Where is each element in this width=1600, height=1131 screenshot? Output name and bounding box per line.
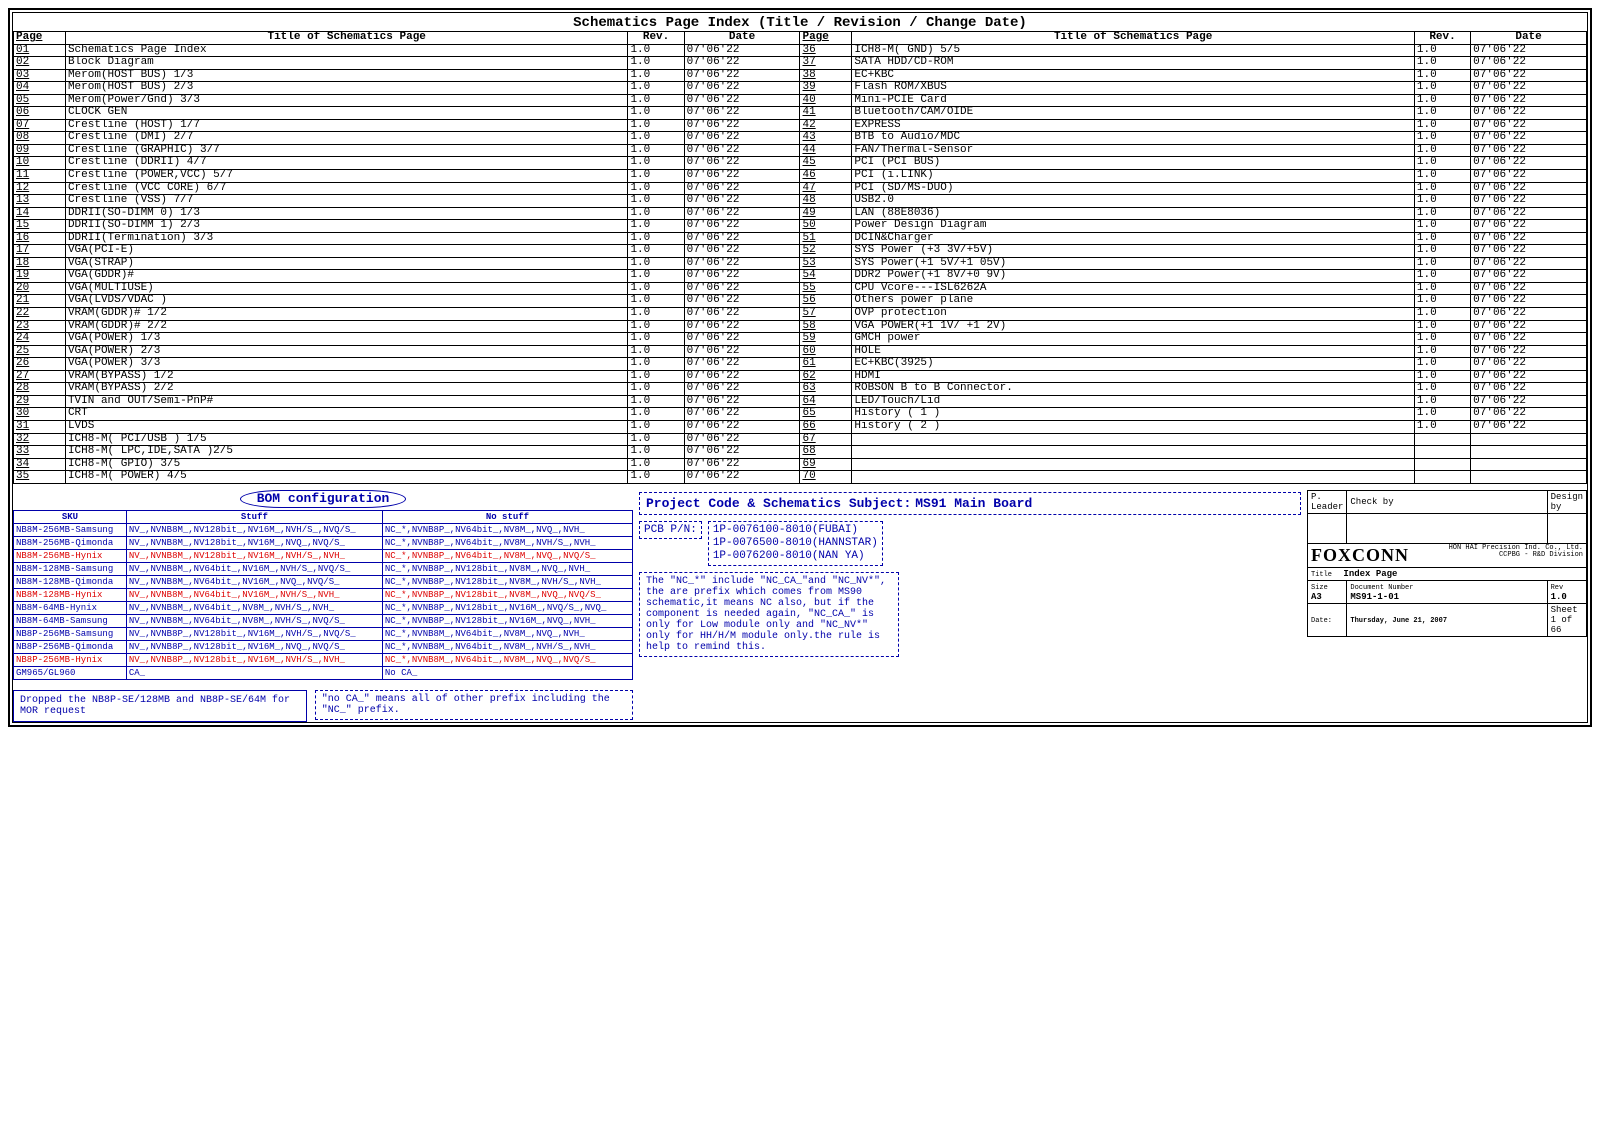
tb-size-lbl: Size: [1311, 584, 1328, 592]
bom-row: NB8P-256MB-SamsungNV_,NVNB8P_,NV128bit_,…: [14, 627, 633, 640]
tb-sheet-of: of: [1561, 615, 1572, 625]
pcb-pn-label: PCB P/N:: [639, 521, 702, 539]
bom-row: NB8M-128MB-SamsungNV_,NVNB8M_,NV64bit_,N…: [14, 562, 633, 575]
bom-h-nostuff: No stuff: [382, 510, 632, 523]
bom-row: GM965/GL960CA_No CA_: [14, 666, 633, 679]
table-row: 29TVIN and OUT/Semi-PnP#1.007'06'2264LED…: [14, 395, 1587, 408]
table-row: 21VGA(LVDS/VDAC )1.007'06'2256Others pow…: [14, 295, 1587, 308]
pcb-code-2: 1P-0076200-8010(NAN YA): [713, 550, 878, 563]
pcb-code-0: 1P-0076100-8010(FUBAI): [713, 524, 878, 537]
table-row: 18VGA(STRAP)1.007'06'2253SYS Power(+1 5V…: [14, 257, 1587, 270]
table-row: 06CLOCK GEN1.007'06'2241Bluetooth/CAM/OI…: [14, 107, 1587, 120]
table-row: 25VGA(POWER) 2/31.007'06'2260HOLE1.007'0…: [14, 345, 1587, 358]
table-row: 30CRT1.007'06'2265History ( 1 )1.007'06'…: [14, 408, 1587, 421]
tb-rev-val: 1.0: [1551, 592, 1567, 602]
table-row: 19VGA(GDDR)#1.007'06'2254DDR2 Power(+1 8…: [14, 270, 1587, 283]
table-row: 17VGA(PCI-E)1.007'06'2252SYS Power (+3 3…: [14, 245, 1587, 258]
table-row: 16DDRII(Termination) 3/31.007'06'2251DCI…: [14, 232, 1587, 245]
table-row: 03Merom(HOST BUS) 1/31.007'06'2238EC+KBC…: [14, 69, 1587, 82]
table-row: 05Merom(Power/Gnd) 3/31.007'06'2240Mini-…: [14, 94, 1587, 107]
main-title: Schematics Page Index (Title / Revision …: [13, 13, 1587, 31]
table-row: 08Crestline (DMI) 2/71.007'06'2243BTB to…: [14, 132, 1587, 145]
pcb-codes: 1P-0076100-8010(FUBAI) 1P-0076500-8010(H…: [708, 521, 883, 567]
hdr-rev-r: Rev.: [1414, 32, 1470, 45]
table-row: 10Crestline (DDRII) 4/71.007'06'2245PCI …: [14, 157, 1587, 170]
tb-sheet-cur: 1: [1551, 615, 1556, 625]
table-row: 24VGA(POWER) 1/31.007'06'2259GMCH power1…: [14, 333, 1587, 346]
bom-h-sku: SKU: [14, 510, 127, 523]
tb-leader: P. Leader: [1308, 490, 1347, 513]
table-row: 23VRAM(GDDR)# 2/21.007'06'2258VGA POWER(…: [14, 320, 1587, 333]
nc-note: The "NC_*" include "NC_CA_"and "NC_NV*",…: [639, 572, 899, 657]
tb-doc-val: MS91-1-01: [1350, 592, 1399, 602]
bom-row: NB8M-256MB-HynixNV_,NVNB8M_,NV128bit_,NV…: [14, 549, 633, 562]
hdr-date-l: Date: [684, 32, 800, 45]
pcb-code-1: 1P-0076500-8010(HANNSTAR): [713, 537, 878, 550]
bom-row: NB8P-256MB-QimondaNV_,NVNB8P_,NV128bit_,…: [14, 640, 633, 653]
table-row: 12Crestline (VCC CORE) 6/71.007'06'2247P…: [14, 182, 1587, 195]
bom-row: NB8P-256MB-HynixNV_,NVNB8P_,NV128bit_,NV…: [14, 653, 633, 666]
tb-title-val: Index Page: [1343, 569, 1397, 579]
tb-sheet-lbl: Sheet: [1551, 605, 1578, 615]
bom-row: NB8M-256MB-QimondaNV_,NVNB8M_,NV128bit_,…: [14, 536, 633, 549]
table-row: 04Merom(HOST BUS) 2/31.007'06'2239Flash …: [14, 82, 1587, 95]
tb-rev-lbl: Rev: [1551, 584, 1564, 592]
project-value: MS91 Main Board: [915, 496, 1032, 511]
bom-table: SKU Stuff No stuff NB8M-256MB-SamsungNV_…: [13, 510, 633, 680]
table-row: 09Crestline (GRAPHIC) 3/71.007'06'2244FA…: [14, 144, 1587, 157]
hdr-page-r: Page: [800, 32, 852, 45]
tb-sheet-tot: 66: [1551, 625, 1562, 635]
tb-title-lbl: Title: [1311, 571, 1332, 579]
tb-date-val: Thursday, June 21, 2007: [1350, 617, 1447, 625]
table-row: 20VGA(MULTIUSE)1.007'06'2255CPU Vcore---…: [14, 282, 1587, 295]
table-row: 27VRAM(BYPASS) 1/21.007'06'2262HDMI1.007…: [14, 370, 1587, 383]
table-row: 31LVDS1.007'06'2266History ( 2 )1.007'06…: [14, 420, 1587, 433]
table-row: 32ICH8-M( PCI/USB ) 1/51.007'06'2267: [14, 433, 1587, 446]
table-row: 35ICH8-M( POWER) 4/51.007'06'2270: [14, 471, 1587, 484]
table-row: 33ICH8-M( LPC,IDE,SATA )2/51.007'06'2268: [14, 446, 1587, 459]
bom-row: NB8M-128MB-QimondaNV_,NVNB8M_,NV64bit_,N…: [14, 575, 633, 588]
tb-date-lbl: Date:: [1311, 617, 1332, 625]
hdr-title-r: Title of Schematics Page: [852, 32, 1414, 45]
table-row: 13Crestline (VSS) 7/71.007'06'2248USB2.0…: [14, 195, 1587, 208]
table-row: 11Crestline (POWER,VCC) 5/71.007'06'2246…: [14, 170, 1587, 183]
tb-check: Check by: [1347, 490, 1547, 513]
bom-row: NB8M-256MB-SamsungNV_,NVNB8M_,NV128bit_,…: [14, 523, 633, 536]
bom-row: NB8M-64MB-SamsungNV_,NVNB8M_,NV64bit_,NV…: [14, 614, 633, 627]
table-row: 15DDRII(SO-DIMM 1) 2/31.007'06'2250Power…: [14, 220, 1587, 233]
project-label: Project Code & Schematics Subject:: [646, 496, 911, 511]
bom-row: NB8M-64MB-HynixNV_,NVNB8M_,NV64bit_,NV8M…: [14, 601, 633, 614]
tb-doc-lbl: Document Number: [1350, 584, 1413, 592]
company-sub2: CCPBG - R&D Division: [1499, 551, 1583, 559]
table-row: 22VRAM(GDDR)# 1/21.007'06'2257OVP protec…: [14, 308, 1587, 321]
project-box: Project Code & Schematics Subject: MS91 …: [639, 492, 1301, 515]
table-row: 26VGA(POWER) 3/31.007'06'2261EC+KBC(3925…: [14, 358, 1587, 371]
hdr-rev-l: Rev.: [628, 32, 684, 45]
table-row: 34ICH8-M( GPIO) 3/51.007'06'2269: [14, 458, 1587, 471]
company-logo: FOXCONN: [1311, 545, 1409, 565]
table-row: 28VRAM(BYPASS) 2/21.007'06'2263ROBSON B …: [14, 383, 1587, 396]
bom-title: BOM configuration: [240, 490, 407, 508]
title-block: P. Leader Check by Design by FOXCONN HON…: [1307, 490, 1587, 637]
table-row: 01Schematics Page Index1.007'06'2236ICH8…: [14, 44, 1587, 57]
table-row: 07Crestline (HOST) 1/71.007'06'2242EXPRE…: [14, 119, 1587, 132]
bom-h-stuff: Stuff: [126, 510, 382, 523]
drop-note: Dropped the NB8P-SE/128MB and NB8P-SE/64…: [13, 690, 307, 722]
tb-size-val: A3: [1311, 592, 1322, 602]
tb-design: Design by: [1547, 490, 1586, 513]
hdr-date-r: Date: [1471, 32, 1587, 45]
table-row: 02Block Diagram1.007'06'2237SATA HDD/CD-…: [14, 57, 1587, 70]
no-ca-note: "no CA_" means all of other prefix inclu…: [315, 690, 633, 720]
index-table: Page Title of Schematics Page Rev. Date …: [13, 31, 1587, 484]
table-row: 14DDRII(SO-DIMM 0) 1/31.007'06'2249LAN (…: [14, 207, 1587, 220]
hdr-title-l: Title of Schematics Page: [65, 32, 627, 45]
hdr-page-l: Page: [14, 32, 66, 45]
bom-row: NB8M-128MB-HynixNV_,NVNB8M_,NV64bit_,NV1…: [14, 588, 633, 601]
